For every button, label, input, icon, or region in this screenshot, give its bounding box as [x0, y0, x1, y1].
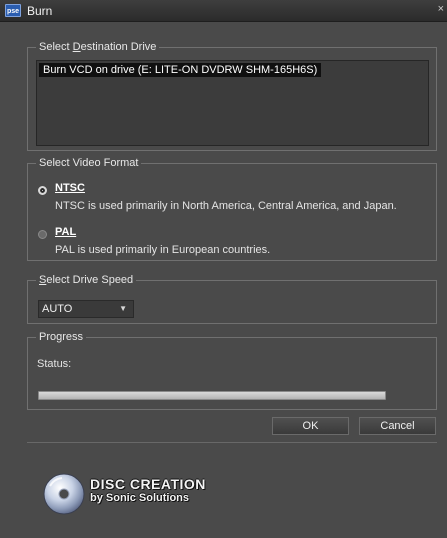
- ntsc-description: NTSC is used primarily in North America,…: [55, 200, 397, 212]
- ntsc-radio[interactable]: [38, 186, 47, 195]
- pal-radio[interactable]: [38, 230, 47, 239]
- progress-group: Progress Status:: [27, 330, 437, 410]
- ntsc-label[interactable]: NTSC: [55, 182, 85, 194]
- drive-list-item-selected[interactable]: Burn VCD on drive (E: LITE-ON DVDRW SHM-…: [39, 63, 322, 77]
- drive-speed-select[interactable]: AUTO ▼: [38, 300, 134, 318]
- pal-description: PAL is used primarily in European countr…: [55, 244, 271, 256]
- destination-drive-legend: Select Destination Drive: [36, 40, 160, 54]
- drive-speed-value: AUTO: [42, 303, 73, 315]
- separator: [27, 442, 437, 443]
- video-format-legend: Select Video Format: [36, 156, 142, 170]
- disc-creation-logo: DISC CREATION by Sonic Solutions: [42, 470, 232, 518]
- close-icon[interactable]: ×: [438, 3, 444, 15]
- logo-title: DISC CREATION: [90, 476, 206, 492]
- title-bar: pse Burn ×: [0, 0, 447, 22]
- window-title: Burn: [27, 4, 53, 18]
- disc-icon: [43, 473, 85, 515]
- logo-subtitle: by Sonic Solutions: [90, 492, 190, 504]
- app-icon: pse: [5, 4, 21, 17]
- video-format-group: Select Video Format NTSC NTSC is used pr…: [27, 156, 437, 261]
- pal-label[interactable]: PAL: [55, 226, 76, 238]
- progress-legend: Progress: [36, 330, 87, 344]
- destination-drive-group: Select Destination Drive Burn VCD on dri…: [27, 40, 437, 151]
- cancel-button[interactable]: Cancel: [359, 417, 436, 435]
- ok-button[interactable]: OK: [272, 417, 349, 435]
- status-label: Status:: [37, 358, 72, 370]
- drive-list[interactable]: Burn VCD on drive (E: LITE-ON DVDRW SHM-…: [36, 60, 429, 146]
- progress-bar: [38, 391, 386, 400]
- drive-speed-legend: Select Drive Speed: [36, 273, 137, 287]
- chevron-down-icon[interactable]: ▼: [119, 301, 127, 317]
- drive-speed-group: Select Drive Speed AUTO ▼: [27, 273, 437, 324]
